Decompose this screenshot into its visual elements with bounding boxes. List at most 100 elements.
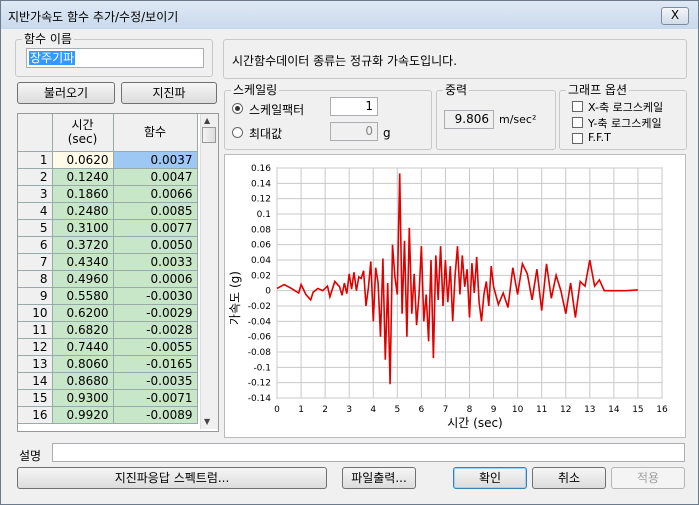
value-cell[interactable]: -0.0165 — [113, 355, 198, 373]
value-cell[interactable]: 0.0085 — [113, 202, 198, 220]
scroll-up-arrow-icon[interactable]: ▲ — [204, 116, 210, 125]
table-row[interactable]: 3 0.1860 0.0066 — [18, 185, 198, 203]
x-tick-label: 10 — [512, 405, 524, 415]
x-tick-label: 3 — [346, 405, 352, 415]
value-cell[interactable]: 0.0066 — [113, 185, 198, 203]
time-cell[interactable]: 0.1860 — [52, 185, 114, 203]
earthquake-button[interactable]: 지진파 — [121, 82, 217, 104]
table-row[interactable]: 13 0.8060 -0.0165 — [18, 355, 198, 373]
value-cell[interactable]: -0.0089 — [113, 406, 198, 424]
load-button[interactable]: 불러오기 — [17, 82, 115, 104]
apply-button[interactable]: 적용 — [611, 467, 685, 489]
info-text: 시간함수데이터 종류는 정규화 가속도입니다. — [232, 54, 458, 68]
y-tick-label: 0.04 — [251, 256, 271, 266]
fft-checkbox[interactable] — [572, 133, 583, 144]
time-cell[interactable]: 0.9300 — [52, 389, 114, 407]
x-tick-label: 6 — [419, 405, 425, 415]
value-cell[interactable]: -0.0028 — [113, 321, 198, 339]
max-value-radio[interactable] — [232, 127, 243, 138]
table-row[interactable]: 14 0.8680 -0.0035 — [18, 372, 198, 390]
value-cell[interactable]: 0.0037 — [113, 151, 198, 169]
y-tick-label: -0.04 — [248, 317, 272, 327]
value-cell[interactable]: 0.0006 — [113, 270, 198, 288]
time-cell[interactable]: 0.8060 — [52, 355, 114, 373]
table-row[interactable]: 4 0.2480 0.0085 — [18, 202, 198, 220]
x-tick-label: 0 — [274, 405, 280, 415]
x-tick-label: 2 — [322, 405, 328, 415]
y-tick-label: -0.12 — [248, 379, 271, 389]
time-cell[interactable]: 0.3720 — [52, 236, 114, 254]
value-cell[interactable]: 0.0077 — [113, 219, 198, 237]
x-tick-label: 14 — [608, 405, 620, 415]
time-cell[interactable]: 0.4340 — [52, 253, 114, 271]
value-cell[interactable]: 0.0050 — [113, 236, 198, 254]
value-cell[interactable]: -0.0071 — [113, 389, 198, 407]
value-cell[interactable]: -0.0055 — [113, 338, 198, 356]
dialog-window: 지반가속도 함수 추가/수정/보이기 X 함수 이름 장주기파 시간함수데이터 … — [0, 0, 699, 505]
scroll-thumb[interactable] — [202, 127, 216, 143]
close-button[interactable]: X — [661, 7, 689, 25]
x-log-label: X-축 로그스케일 — [588, 101, 664, 114]
time-cell[interactable]: 0.2480 — [52, 202, 114, 220]
table-row[interactable]: 8 0.4960 0.0006 — [18, 270, 198, 288]
row-number: 4 — [18, 202, 53, 220]
max-value-unit: g — [383, 126, 391, 140]
time-cell[interactable]: 0.0620 — [52, 151, 114, 169]
description-label: 설명 — [19, 449, 42, 463]
table-row[interactable]: 6 0.3720 0.0050 — [18, 236, 198, 254]
max-value-input[interactable]: 0 — [330, 122, 378, 141]
table-row[interactable]: 11 0.6820 -0.0028 — [18, 321, 198, 339]
ok-button[interactable]: 확인 — [453, 467, 527, 489]
time-cell[interactable]: 0.4960 — [52, 270, 114, 288]
export-file-button[interactable]: 파일출력... — [342, 467, 416, 489]
col-header-time[interactable]: 시간 (sec) — [52, 114, 114, 152]
table-row[interactable]: 1 0.0620 0.0037 — [18, 151, 198, 169]
value-cell[interactable]: 0.0033 — [113, 253, 198, 271]
window-title: 지반가속도 함수 추가/수정/보이기 — [8, 10, 179, 24]
x-log-checkbox[interactable] — [572, 101, 583, 112]
time-cell[interactable]: 0.6820 — [52, 321, 114, 339]
table-row[interactable]: 10 0.6200 -0.0029 — [18, 304, 198, 322]
y-tick-label: 0.16 — [251, 164, 271, 174]
table-row[interactable]: 2 0.1240 0.0047 — [18, 168, 198, 186]
scroll-down-arrow-icon[interactable]: ▼ — [204, 417, 210, 426]
description-input[interactable] — [52, 443, 685, 462]
table-row[interactable]: 15 0.9300 -0.0071 — [18, 389, 198, 407]
time-function-table[interactable]: 시간 (sec) 함수 1 0.0620 0.0037 2 0.1240 0.0047 3 0… — [17, 113, 219, 432]
time-cell[interactable]: 0.5580 — [52, 287, 114, 305]
y-axis-label: 가속도 (g) — [228, 271, 242, 325]
cancel-button[interactable]: 취소 — [532, 467, 606, 489]
table-row[interactable]: 7 0.4340 0.0033 — [18, 253, 198, 271]
table-row[interactable]: 12 0.7440 -0.0055 — [18, 338, 198, 356]
x-tick-label: 15 — [632, 405, 643, 415]
scale-factor-input[interactable]: 1 — [330, 97, 378, 116]
time-cell[interactable]: 0.3100 — [52, 219, 114, 237]
value-cell[interactable]: -0.0029 — [113, 304, 198, 322]
time-cell[interactable]: 0.9920 — [52, 406, 114, 424]
time-cell[interactable]: 0.6200 — [52, 304, 114, 322]
table-row[interactable]: 16 0.9920 -0.0089 — [18, 406, 198, 424]
time-cell[interactable]: 0.7440 — [52, 338, 114, 356]
y-tick-label: 0 — [265, 287, 271, 297]
value-cell[interactable]: 0.0047 — [113, 168, 198, 186]
y-tick-label: 0.06 — [251, 241, 271, 251]
value-cell[interactable]: -0.0035 — [113, 372, 198, 390]
spectrum-button[interactable]: 지진파응답 스펙트럼... — [17, 467, 327, 489]
table-scrollbar[interactable]: ▲ ▼ — [200, 114, 218, 429]
table-row[interactable]: 5 0.3100 0.0077 — [18, 219, 198, 237]
value-cell[interactable]: -0.0030 — [113, 287, 198, 305]
time-cell[interactable]: 0.8680 — [52, 372, 114, 390]
func-name-input[interactable]: 장주기파 — [26, 48, 204, 68]
row-number: 6 — [18, 236, 53, 254]
col-header-func[interactable]: 함수 — [113, 114, 198, 152]
time-cell[interactable]: 0.1240 — [52, 168, 114, 186]
y-tick-label: -0.14 — [248, 394, 272, 404]
scale-factor-label: 스케일팩터 — [249, 103, 305, 117]
scale-factor-radio[interactable] — [232, 103, 243, 114]
y-log-checkbox[interactable] — [572, 117, 583, 128]
chart-svg: 0 1 2 3 4 5 6 7 8 9 10 11 12 13 14 15 160.160.140.120.10… — [228, 164, 668, 430]
table-row[interactable]: 9 0.5580 -0.0030 — [18, 287, 198, 305]
max-value-label: 최대값 — [249, 127, 283, 141]
x-tick-label: 1 — [298, 405, 304, 415]
title-bar: 지반가속도 함수 추가/수정/보이기 X — [1, 1, 698, 29]
